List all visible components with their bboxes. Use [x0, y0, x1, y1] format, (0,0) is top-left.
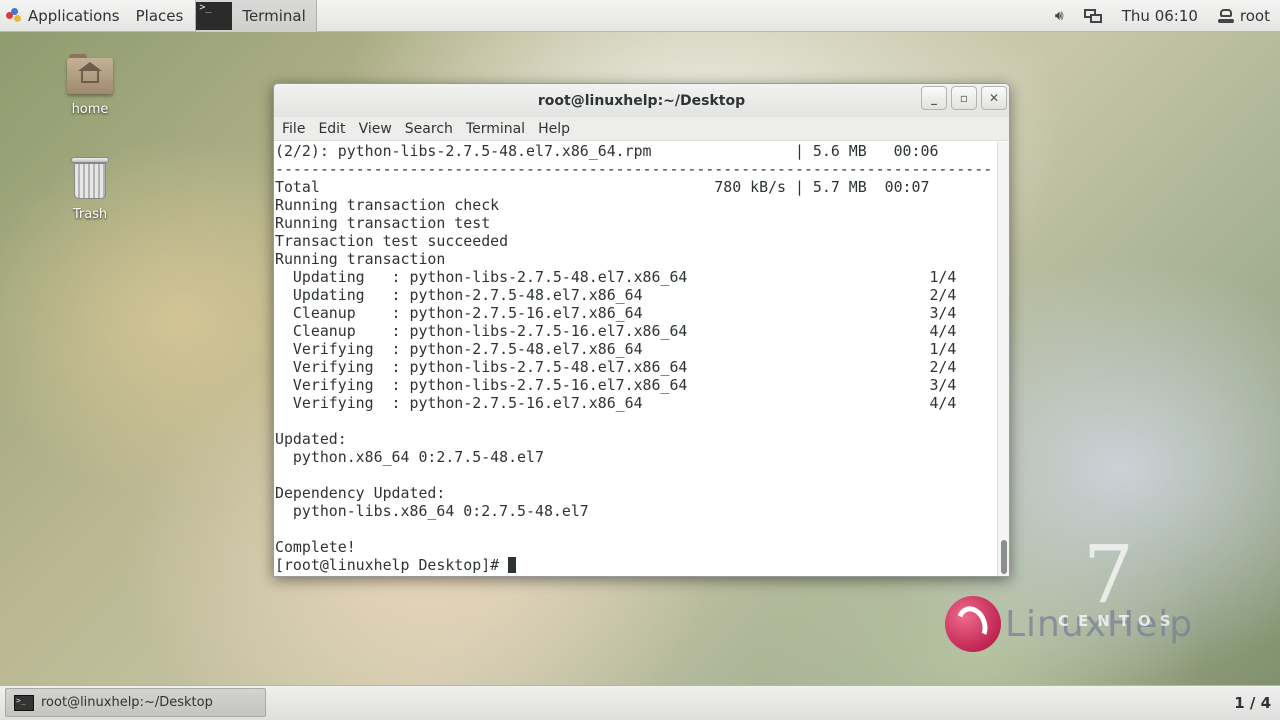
- maximize-button[interactable]: ▫: [951, 86, 977, 110]
- terminal-line: Running transaction test: [275, 214, 491, 232]
- terminal-line: Transaction test succeeded: [275, 232, 509, 250]
- terminal-line: Running transaction: [275, 250, 446, 268]
- top-panel: Applications Places >_ Terminal 🔊︎ Thu 0…: [0, 0, 1280, 32]
- terminal-line: (2/2): python-libs-2.7.5-48.el7.x86_64.r…: [275, 142, 939, 160]
- applications-label: Applications: [28, 6, 120, 25]
- terminal-line: ----------------------------------------…: [275, 160, 993, 178]
- places-menu[interactable]: Places: [128, 0, 192, 32]
- linuxhelp-logo-icon: [945, 596, 1001, 652]
- terminal-output-area[interactable]: (2/2): python-libs-2.7.5-48.el7.x86_64.r…: [274, 142, 998, 576]
- applications-menu[interactable]: Applications: [0, 0, 128, 32]
- minimize-icon: _: [931, 91, 937, 105]
- terminal-line: Running transaction check: [275, 196, 500, 214]
- volume-icon: 🔊︎: [1054, 7, 1064, 24]
- terminal-prompt: [root@linuxhelp Desktop]#: [275, 556, 509, 574]
- terminal-prompt-line[interactable]: [root@linuxhelp Desktop]#: [274, 556, 998, 574]
- maximize-icon: ▫: [959, 91, 969, 105]
- terminal-window[interactable]: root@linuxhelp:~/Desktop _ ▫ ✕ File Edit…: [273, 83, 1010, 577]
- taskbar-item-label: root@linuxhelp:~/Desktop: [41, 695, 213, 710]
- terminal-line: Updated:: [275, 430, 347, 448]
- text-cursor: [508, 557, 517, 573]
- terminal-icon: >_: [196, 1, 233, 30]
- terminal-line: Complete!: [275, 538, 356, 556]
- terminal-output: (2/2): python-libs-2.7.5-48.el7.x86_64.r…: [274, 142, 998, 556]
- user-label: root: [1239, 6, 1270, 25]
- menu-edit[interactable]: Edit: [312, 121, 351, 137]
- minimize-button[interactable]: _: [921, 86, 947, 110]
- user-menu[interactable]: root: [1208, 0, 1280, 32]
- network-icon: [1083, 8, 1102, 23]
- menu-terminal[interactable]: Terminal: [460, 121, 531, 137]
- terminal-app-menu[interactable]: >_ Terminal: [195, 0, 317, 32]
- desktop-icon-trash[interactable]: Trash: [45, 155, 135, 222]
- terminal-menubar: File Edit View Search Terminal Help: [274, 117, 1009, 141]
- terminal-line: Cleanup : python-libs-2.7.5-16.el7.x86_6…: [275, 322, 957, 340]
- menu-file[interactable]: File: [276, 121, 311, 137]
- terminal-app-label: Terminal: [242, 6, 306, 25]
- window-titlebar[interactable]: root@linuxhelp:~/Desktop _ ▫ ✕: [274, 84, 1009, 117]
- terminal-line: Verifying : python-libs-2.7.5-48.el7.x86…: [275, 358, 957, 376]
- terminal-line: Verifying : python-libs-2.7.5-16.el7.x86…: [275, 376, 957, 394]
- menu-view[interactable]: View: [353, 121, 398, 137]
- terminal-line: Total 780 kB/s | 5.7 MB 00:07: [275, 178, 930, 196]
- user-icon: [1217, 8, 1234, 23]
- desktop-icon-label: home: [71, 102, 109, 117]
- menu-help[interactable]: Help: [532, 121, 576, 137]
- terminal-line: python.x86_64 0:2.7.5-48.el7: [275, 448, 544, 466]
- terminal-scrollbar[interactable]: [997, 142, 1009, 576]
- desktop-icon-home[interactable]: home: [45, 54, 135, 117]
- terminal-line: Updating : python-2.7.5-48.el7.x86_64 2/…: [275, 286, 957, 304]
- centos-wordmark: CENTOS: [1058, 612, 1180, 630]
- desktop-icon-label: Trash: [72, 207, 108, 222]
- clock-label: Thu 06:10: [1121, 6, 1198, 25]
- terminal-icon: >_: [14, 694, 34, 711]
- bottom-panel: >_ root@linuxhelp:~/Desktop 1 / 4: [0, 685, 1280, 720]
- applications-icon: [6, 7, 22, 24]
- taskbar-item-terminal[interactable]: >_ root@linuxhelp:~/Desktop: [5, 688, 266, 717]
- volume-control[interactable]: 🔊︎: [1045, 0, 1074, 32]
- places-label: Places: [135, 6, 184, 25]
- window-title: root@linuxhelp:~/Desktop: [537, 92, 746, 109]
- terminal-line: Updating : python-libs-2.7.5-48.el7.x86_…: [275, 268, 957, 286]
- trash-icon: [71, 155, 109, 199]
- terminal-line: Dependency Updated:: [275, 484, 446, 502]
- terminal-line: Verifying : python-2.7.5-16.el7.x86_64 4…: [275, 394, 957, 412]
- clock[interactable]: Thu 06:10: [1112, 0, 1208, 32]
- menu-search[interactable]: Search: [399, 121, 459, 137]
- network-control[interactable]: [1074, 0, 1112, 32]
- terminal-line: Cleanup : python-2.7.5-16.el7.x86_64 3/4: [275, 304, 957, 322]
- scrollbar-thumb[interactable]: [1001, 540, 1007, 574]
- terminal-line: python-libs.x86_64 0:2.7.5-48.el7: [275, 502, 589, 520]
- close-icon: ✕: [988, 91, 1000, 105]
- workspace-indicator[interactable]: 1 / 4: [1234, 694, 1271, 712]
- close-button[interactable]: ✕: [981, 86, 1007, 110]
- terminal-line: Verifying : python-2.7.5-48.el7.x86_64 1…: [275, 340, 957, 358]
- home-folder-icon: [67, 54, 113, 94]
